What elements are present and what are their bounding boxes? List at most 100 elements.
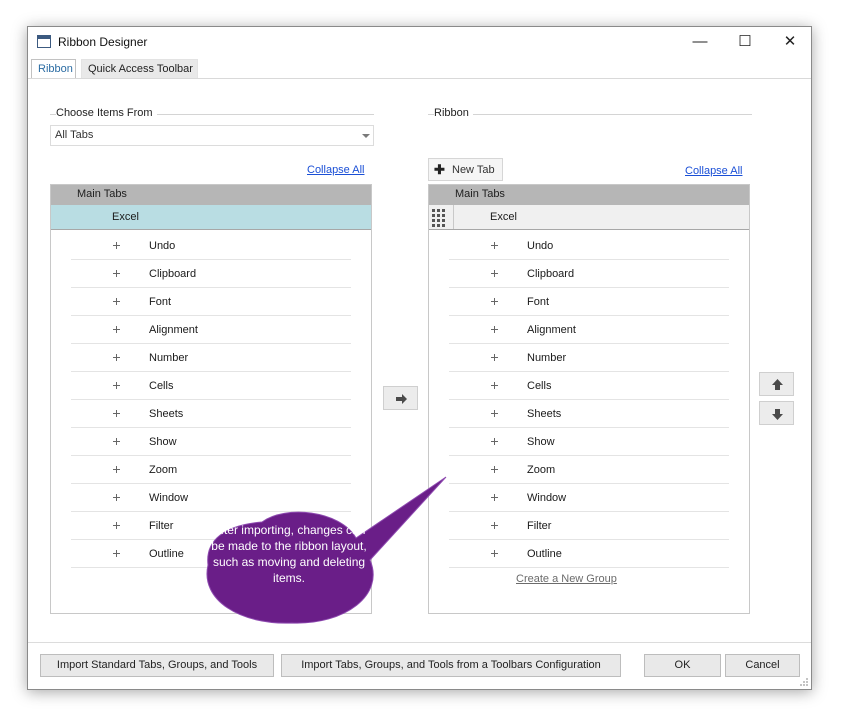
right-group-list-item[interactable]: Show	[449, 428, 729, 456]
arrow-right-icon	[396, 394, 407, 404]
right-group-list-item[interactable]: Outline	[449, 540, 729, 568]
import-toolbars-button[interactable]: Import Tabs, Groups, and Tools from a To…	[281, 654, 621, 677]
right-group-item-label: Font	[527, 296, 550, 308]
right-group-list-item[interactable]: Filter	[449, 512, 729, 540]
resize-grip-icon[interactable]	[799, 677, 809, 687]
left-group-list-item[interactable]: Undo	[71, 232, 351, 260]
right-tree-panel: Main Tabs Excel Undo Clipboard Font Alignme…	[428, 184, 750, 614]
ok-button[interactable]: OK	[644, 654, 721, 677]
expand-plus-icon[interactable]	[491, 494, 498, 501]
move-down-button[interactable]	[759, 401, 794, 425]
drag-grip-icon[interactable]	[432, 208, 449, 227]
expand-plus-icon[interactable]	[491, 354, 498, 361]
expand-plus-icon[interactable]	[491, 298, 498, 305]
right-group-item-label: Show	[527, 436, 555, 448]
window-app-icon	[37, 35, 51, 48]
expand-plus-icon[interactable]	[113, 270, 120, 277]
ribbon-designer-dialog: Ribbon Designer — ☐ ✕ Ribbon Quick Acces…	[27, 26, 812, 690]
expand-plus-icon[interactable]	[113, 550, 120, 557]
expand-plus-icon[interactable]	[491, 466, 498, 473]
minimize-button[interactable]: —	[680, 30, 720, 54]
expand-plus-icon[interactable]	[491, 410, 498, 417]
expand-plus-icon[interactable]	[113, 298, 120, 305]
footer-divider	[28, 642, 811, 643]
left-group-list-item[interactable]: Cells	[71, 372, 351, 400]
left-group-list-item[interactable]: Font	[71, 288, 351, 316]
arrow-down-icon	[772, 409, 783, 420]
left-main-tabs-header: Main Tabs	[77, 188, 127, 200]
move-up-button[interactable]	[759, 372, 794, 396]
expand-plus-icon[interactable]	[113, 242, 120, 249]
expand-plus-icon[interactable]	[113, 494, 120, 501]
right-group-list-item[interactable]: Alignment	[449, 316, 729, 344]
expand-plus-icon[interactable]	[113, 410, 120, 417]
left-group-list-item[interactable]: Alignment	[71, 316, 351, 344]
left-group-item-label: Zoom	[149, 464, 178, 476]
import-standard-button[interactable]: Import Standard Tabs, Groups, and Tools	[40, 654, 274, 677]
plus-icon: ✚	[434, 162, 445, 177]
expand-plus-icon[interactable]	[113, 438, 120, 445]
expand-plus-icon[interactable]	[113, 466, 120, 473]
expand-plus-icon[interactable]	[491, 242, 498, 249]
right-group-item-label: Clipboard	[527, 268, 575, 280]
move-right-button[interactable]	[383, 386, 418, 410]
create-new-group-link[interactable]: Create a New Group	[516, 573, 617, 585]
new-tab-label: New Tab	[452, 164, 495, 176]
right-group-list-item[interactable]: Undo	[449, 232, 729, 260]
arrow-up-icon	[772, 379, 783, 390]
tab-quick-access-toolbar[interactable]: Quick Access Toolbar	[81, 59, 198, 79]
expand-plus-icon[interactable]	[491, 438, 498, 445]
expand-plus-icon[interactable]	[113, 354, 120, 361]
right-group-item-label: Cells	[527, 380, 552, 392]
grip-separator	[453, 205, 454, 229]
choose-items-label: Choose Items From	[56, 107, 157, 119]
close-button[interactable]: ✕	[770, 30, 810, 54]
new-tab-button[interactable]: ✚ New Tab	[428, 158, 503, 181]
chevron-down-icon	[362, 134, 370, 138]
right-group-list-item[interactable]: Zoom	[449, 456, 729, 484]
left-group-list-item[interactable]: Show	[71, 428, 351, 456]
expand-plus-icon[interactable]	[491, 270, 498, 277]
maximize-button[interactable]: ☐	[725, 30, 765, 54]
right-group-item-label: Outline	[527, 548, 562, 560]
left-group-list-item[interactable]: Number	[71, 344, 351, 372]
expand-plus-icon[interactable]	[491, 522, 498, 529]
expand-plus-icon[interactable]	[491, 382, 498, 389]
left-group-list-item[interactable]: Sheets	[71, 400, 351, 428]
choose-items-combo[interactable]: All Tabs	[50, 125, 374, 146]
right-group-list-item[interactable]: Font	[449, 288, 729, 316]
left-group-list-item[interactable]: Clipboard	[71, 260, 351, 288]
cancel-button[interactable]: Cancel	[725, 654, 800, 677]
right-group-item-label: Undo	[527, 240, 554, 252]
right-group-item-label: Filter	[527, 520, 552, 532]
right-group-list-item[interactable]: Number	[449, 344, 729, 372]
expand-plus-icon[interactable]	[113, 522, 120, 529]
right-group-list-item[interactable]: Window	[449, 484, 729, 512]
right-excel-tab-row[interactable]: Excel	[429, 205, 749, 230]
left-group-list-item[interactable]: Window	[71, 484, 351, 512]
expand-plus-icon[interactable]	[113, 326, 120, 333]
left-group-item-label: Undo	[149, 240, 176, 252]
right-main-tabs-header: Main Tabs	[455, 188, 505, 200]
left-group-list-item[interactable]: Zoom	[71, 456, 351, 484]
tab-ribbon[interactable]: Ribbon	[31, 59, 76, 79]
left-group-item-label: Show	[149, 436, 177, 448]
right-group-list-item[interactable]: Sheets	[449, 400, 729, 428]
expand-plus-icon[interactable]	[491, 326, 498, 333]
left-collapse-all-link[interactable]: Collapse All	[307, 164, 364, 176]
right-group-item-label: Window	[527, 492, 567, 504]
right-group-list-item[interactable]: Cells	[449, 372, 729, 400]
right-collapse-all-link[interactable]: Collapse All	[685, 165, 742, 177]
expand-plus-icon[interactable]	[491, 550, 498, 557]
title-bar: Ribbon Designer — ☐ ✕	[28, 27, 811, 57]
left-group-item-label: Outline	[149, 548, 184, 560]
left-group-item-label: Number	[149, 352, 189, 364]
right-group-list-item[interactable]: Clipboard	[449, 260, 729, 288]
ribbon-label: Ribbon	[434, 107, 473, 119]
left-panel-header: Main Tabs	[51, 185, 371, 205]
right-panel-header: Main Tabs	[429, 185, 749, 205]
left-group-item-label: Cells	[149, 380, 174, 392]
ribbon-group-line	[428, 114, 752, 115]
expand-plus-icon[interactable]	[113, 382, 120, 389]
left-excel-tab-row[interactable]: Excel	[51, 205, 371, 230]
